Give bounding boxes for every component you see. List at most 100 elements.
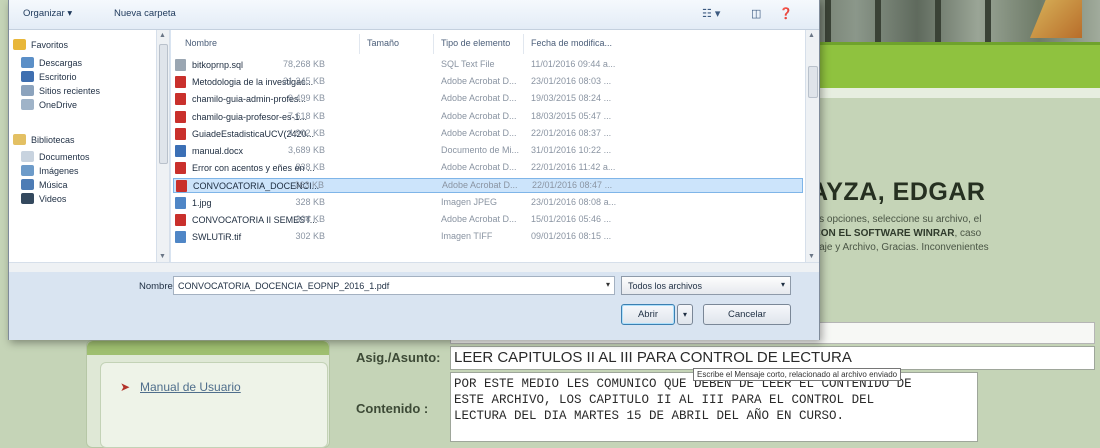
pictures-icon (21, 165, 34, 176)
file-row[interactable]: CONVOCATORIA II SEMEST... 304 KB Adobe Acr… (173, 213, 803, 228)
nav-item[interactable]: Descargas (21, 57, 82, 68)
file-size: 9,499 KB (287, 93, 325, 104)
pdf-icon (175, 127, 186, 140)
nav-item-label: Escritorio (39, 71, 77, 82)
nav-item-label: Descargas (39, 57, 83, 68)
horizontal-scrollbar[interactable] (9, 262, 819, 272)
help-icon[interactable]: ❓ (779, 7, 793, 20)
file-list: Nombre Tamaño Tipo de elemento Fecha de … (171, 30, 805, 262)
nav-item[interactable]: Bibliotecas (13, 134, 75, 145)
open-button[interactable]: Abrir (621, 304, 675, 325)
file-date: 09/01/2016 08:15 ... (531, 231, 612, 241)
open-options-dropdown[interactable]: ▾ (677, 304, 693, 325)
file-date: 22/01/2016 11:42 a... (531, 162, 616, 173)
nav-item-label: Videos (39, 193, 67, 204)
file-type: Adobe Acrobat D... (442, 180, 518, 191)
dialog-bottom-bar: Nombre: CONVOCATORIA_DOCENCIA_EOPNP_2016… (9, 272, 819, 340)
file-size: 363 KB (294, 180, 324, 191)
content-textarea[interactable]: POR ESTE MEDIO LES COMUNICO QUE DEBEN DE… (450, 372, 978, 442)
file-row[interactable]: SWLUTiR.tif 302 KB Imagen TIFF 09/01/2016 0… (173, 230, 803, 245)
pdf-icon (176, 180, 187, 193)
chevron-down-icon[interactable]: ▾ (606, 280, 610, 289)
file-date: 19/03/2015 08:24 ... (531, 93, 612, 104)
column-header-type[interactable]: Tipo de elemento (441, 38, 510, 48)
file-row[interactable]: Metodologia de la investigac... 21,245 KB… (173, 75, 803, 90)
file-date: 22/01/2016 08:47 ... (532, 180, 613, 191)
file-row[interactable]: 1.jpg 328 KB Imagen JPEG 23/01/2016 08:08 a… (173, 196, 803, 211)
file-row[interactable]: bitkoprnp.sql 78,268 KB SQL Text File 11/01… (173, 58, 803, 73)
onedrive-icon (21, 99, 34, 110)
content-label: Contenido : (356, 401, 429, 416)
nav-item-label: Documentos (39, 151, 90, 162)
file-list-scrollbar[interactable]: ▲ ▼ (805, 30, 819, 262)
file-date: 23/01/2016 08:03 ... (531, 76, 612, 87)
column-header-name[interactable]: Nombre (185, 38, 217, 48)
file-type-select[interactable]: Todos los archivos ▾ (621, 276, 791, 295)
nav-item[interactable]: Documentos (21, 151, 90, 162)
file-size: 304 KB (295, 213, 325, 224)
file-row[interactable]: Error con acentos y eñes en ... 838 KB Ado… (173, 161, 803, 176)
filename-label: Nombre: (139, 281, 176, 292)
nav-item[interactable]: Imágenes (21, 165, 79, 176)
star-icon (13, 39, 26, 50)
subject-input[interactable]: LEER CAPITULOS II AL III PARA CONTROL DE… (450, 346, 1095, 370)
file-row[interactable]: CONVOCATORIA_DOCENCI... 363 KB Adobe Acrob… (173, 178, 803, 194)
pdf-icon (175, 76, 186, 89)
manual-link[interactable]: Manual de Usuario (140, 380, 241, 394)
file-size: 21,245 KB (282, 76, 325, 87)
file-type: Adobe Acrobat D... (441, 213, 517, 224)
nav-item-label: Música (39, 179, 68, 190)
column-header-size[interactable]: Tamaño (367, 38, 399, 48)
view-options-icon[interactable]: ☷ ▾ (702, 7, 720, 20)
organize-button[interactable]: Organizar ▾ (23, 8, 72, 19)
file-name: Error con acentos y eñes en ... (175, 162, 315, 175)
column-header-date[interactable]: Fecha de modifica... (531, 38, 612, 48)
header-green-bar (795, 42, 1100, 88)
preview-pane-icon[interactable]: ◫ (751, 7, 761, 20)
nav-item-label: Imágenes (39, 165, 79, 176)
file-type: Adobe Acrobat D... (441, 76, 517, 87)
pdf-icon (175, 162, 186, 175)
file-type: Adobe Acrobat D... (441, 127, 517, 138)
nav-item[interactable]: Escritorio (21, 71, 77, 82)
file-type: Imagen JPEG (441, 196, 498, 207)
file-row[interactable]: GuiadeEstadisticaUCV(2420... 4,902 KB Adob… (173, 127, 803, 142)
nav-item[interactable]: Música (21, 179, 68, 190)
logo-corner (1030, 0, 1082, 38)
instructions-text: e las opciones, seleccione su archivo, e… (803, 214, 989, 253)
new-folder-button[interactable]: Nueva carpeta (114, 8, 176, 19)
file-type: Documento de Mi... (441, 145, 520, 155)
nav-item-label: Sitios recientes (39, 85, 101, 96)
word-doc-icon (175, 145, 186, 157)
nav-item-label: Bibliotecas (31, 134, 75, 145)
file-date: 23/01/2016 08:08 a... (531, 196, 617, 207)
file-row[interactable]: chamilo-guia-profesor-es-1... 7,618 KB Ado… (173, 110, 803, 125)
cancel-button[interactable]: Cancelar (703, 304, 791, 325)
navigation-scrollbar[interactable]: ▲ ▼ (157, 30, 170, 262)
file-size: 4,902 KB (287, 127, 325, 138)
file-type: Adobe Acrobat D... (441, 110, 517, 121)
nav-item-label: OneDrive (39, 99, 78, 110)
file-row[interactable]: chamilo-guia-admin-profes... 9,499 KB Adob… (173, 92, 803, 107)
filename-input[interactable]: CONVOCATORIA_DOCENCIA_EOPNP_2016_1.pdf ▾ (173, 276, 615, 295)
file-size: 7,618 KB (287, 110, 325, 121)
nav-item[interactable]: Sitios recientes (21, 85, 100, 96)
header-photo (795, 0, 1100, 42)
file-name: manual.docx (175, 145, 243, 157)
nav-item[interactable]: Videos (21, 193, 66, 204)
file-type: SQL Text File (441, 59, 495, 69)
music-icon (21, 179, 34, 190)
downloads-folder-icon (21, 57, 34, 68)
nav-item[interactable]: Favoritos (13, 39, 68, 50)
file-date: 15/01/2016 05:46 ... (531, 213, 612, 224)
file-type: Adobe Acrobat D... (441, 162, 517, 173)
nav-item[interactable]: OneDrive (21, 99, 77, 110)
arrow-bullet-icon: ➤ (120, 380, 131, 394)
videos-icon (21, 193, 34, 204)
file-size: 3,689 KB (287, 145, 325, 155)
documents-icon (21, 151, 34, 162)
file-row[interactable]: manual.docx 3,689 KB Documento de Mi... 31/… (173, 144, 803, 159)
desktop-icon (21, 71, 34, 82)
file-date: 18/03/2015 05:47 ... (531, 110, 612, 121)
image-file-icon (175, 231, 186, 243)
